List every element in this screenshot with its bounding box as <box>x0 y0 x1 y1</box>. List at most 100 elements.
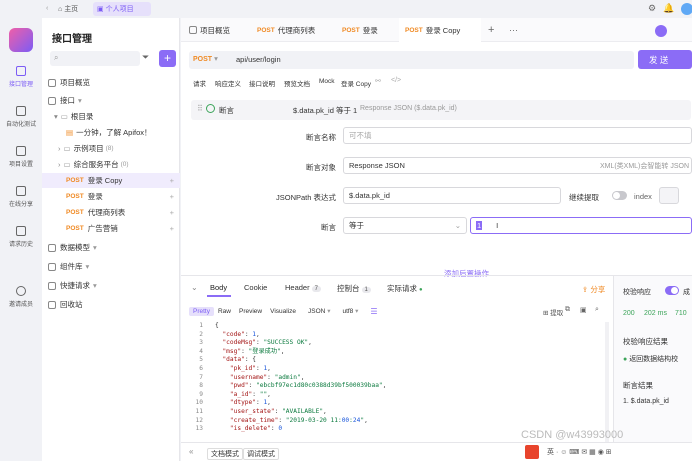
project-tab[interactable]: ▣ 个人项目 <box>93 2 151 16</box>
scrollbar[interactable] <box>605 322 609 442</box>
tree-item-sample[interactable]: › ▭ 示例项目 (8) <box>42 141 180 156</box>
extract-button[interactable]: ⊞ 提取 <box>543 307 563 317</box>
rail-item-api[interactable]: 接口管理 <box>0 66 42 88</box>
add-post-action-link[interactable]: 添加后置操作 <box>444 268 489 279</box>
sidebar-item-quick[interactable]: 快捷请求 ▾ <box>42 278 180 293</box>
ime-logo-icon[interactable] <box>525 445 539 459</box>
subtab-preview-doc[interactable]: 预览文档 <box>284 78 310 88</box>
ime-toolbar-icons[interactable]: 英 · ☺ ⌨ ✉ ▦ ◉ ⊞ <box>547 447 612 457</box>
mode-raw[interactable]: Raw <box>214 307 235 316</box>
sidebar-item-models[interactable]: 数据模型 ▾ <box>42 240 180 255</box>
tree-item-platform[interactable]: › ▭ 综合服务平台 (0) <box>42 157 180 172</box>
tab-header[interactable]: Header 7 <box>285 283 321 292</box>
expected-value-input[interactable]: 1I <box>470 217 692 234</box>
share-button[interactable]: ⇪ 分享 <box>582 284 605 295</box>
component-icon <box>48 262 56 271</box>
main-panel: 项目概览 POST 代理商列表 POST 登录 POST 登录 Copy + ··· … <box>181 18 692 461</box>
method-tag: POST <box>342 26 360 34</box>
rail-item-history[interactable]: 请求历史 <box>0 226 42 248</box>
method-tag: POST <box>66 193 84 200</box>
format-select[interactable]: JSON ▾ <box>304 306 334 316</box>
sidebar-item-api[interactable]: 接口 ▾ <box>42 93 180 108</box>
rail-item-settings[interactable]: 项目设置 <box>0 146 42 168</box>
code-icon[interactable]: </> <box>391 77 401 84</box>
tab-console[interactable]: 控制台 1 <box>337 283 371 294</box>
validate-result-text: 返回数据结构校 <box>629 356 679 363</box>
tab-cookie[interactable]: Cookie <box>244 283 267 292</box>
mode-preview[interactable]: Preview <box>235 307 266 316</box>
more-tabs-icon[interactable]: ··· <box>509 25 518 35</box>
tab-login[interactable]: POST 登录 <box>342 18 378 42</box>
app-logo <box>9 28 33 52</box>
mode-visualize[interactable]: Visualize <box>266 307 300 316</box>
collapse-icon[interactable]: ⌄ <box>191 283 198 292</box>
more-icon[interactable]: + <box>170 208 174 217</box>
encoding-select[interactable]: utf8 ▾ <box>338 306 362 316</box>
tab-body[interactable]: Body <box>210 283 227 292</box>
search-icon[interactable]: ⌕ <box>595 306 599 314</box>
tab-overview[interactable]: 项目概览 <box>189 18 230 42</box>
mode-pretty[interactable]: Pretty <box>189 306 214 316</box>
link-icon[interactable]: ⚯ <box>375 77 381 85</box>
expand-icon[interactable]: « <box>189 447 193 456</box>
home-tab[interactable]: ⌂ 主页 <box>58 4 78 14</box>
environment-icon[interactable] <box>655 25 667 37</box>
drag-handle-icon[interactable]: ⠿ <box>197 104 203 113</box>
rail-item-autotest[interactable]: 自动化测试 <box>0 106 42 128</box>
tree-item-login[interactable]: POST 登录 + <box>42 189 180 204</box>
method-tag: POST <box>405 26 423 34</box>
more-icon[interactable]: + <box>170 176 174 185</box>
sidebar-item-components[interactable]: 组件库 ▾ <box>42 259 180 274</box>
validate-toggle[interactable] <box>665 286 679 295</box>
settings-icon[interactable]: ⚙ <box>648 3 656 14</box>
subtab-response-def[interactable]: 响应定义 <box>215 78 241 88</box>
doc-mode-button[interactable]: 文档模式 <box>207 448 243 460</box>
chevron-down-icon: ▾ <box>355 308 359 315</box>
sidebar-item-overview[interactable]: 项目概览 <box>42 75 180 90</box>
more-icon[interactable]: + <box>170 192 174 201</box>
tree-item-agents[interactable]: POST 代理商列表 + <box>42 205 180 220</box>
rail-item-share[interactable]: 在线分享 <box>0 186 42 208</box>
add-button[interactable]: + <box>159 50 176 67</box>
subtab-mock[interactable]: Mock <box>319 78 335 85</box>
url-input[interactable]: api/user/login <box>236 55 281 64</box>
wrap-icon[interactable]: ☰ <box>366 306 381 317</box>
sidebar-item-trash[interactable]: 回收站 <box>42 297 180 312</box>
rail-item-invite[interactable]: 邀请成员 <box>0 286 42 308</box>
tab-login-copy[interactable]: POST 登录 Copy <box>399 18 481 42</box>
tree-item-ads[interactable]: POST 广告营销 + <box>42 221 180 236</box>
more-icon[interactable]: + <box>170 224 174 233</box>
subtab-request[interactable]: 请求 <box>193 78 206 88</box>
check-circle-icon <box>206 104 215 113</box>
filter-icon[interactable]: ⏷ <box>142 52 149 63</box>
extract-label: 提取 <box>550 310 564 317</box>
line-numbers: 1 2 3 4 5 6 7 8 9 10 11 12 13 <box>191 322 203 434</box>
new-tab-icon[interactable]: + <box>488 24 494 36</box>
avatar[interactable] <box>681 3 692 15</box>
copy-icon[interactable]: ⧉ <box>565 306 570 314</box>
continue-extract-toggle[interactable] <box>612 191 627 200</box>
index-input[interactable] <box>659 187 679 204</box>
code-line: "create_time": "2019-03-20 11:00:24", <box>229 416 368 424</box>
tab-actual-request[interactable]: 实际请求 ● <box>387 283 423 294</box>
tree-item-login-copy[interactable]: POST 登录 Copy + <box>42 173 180 188</box>
sidebar-search-input[interactable]: ⌕ <box>50 51 140 66</box>
response-body[interactable]: 1 2 3 4 5 6 7 8 9 10 11 12 13 { "code": 1, "codeMsg"… <box>189 322 609 442</box>
debug-mode-button[interactable]: 调试模式 <box>243 448 279 460</box>
target-select[interactable]: Response JSON XML(类XML)会智能转 JSON <box>343 157 692 174</box>
assertion-name-input[interactable]: 可不填 <box>343 127 692 144</box>
bell-icon[interactable]: 🔔 <box>663 3 674 14</box>
tab-agents[interactable]: POST 代理商列表 <box>257 18 315 42</box>
method-select[interactable]: POST ▾ <box>193 54 218 63</box>
tree-root[interactable]: ▾ ▭ 根目录 <box>42 109 180 124</box>
subtab-name[interactable]: 登录 Copy <box>341 78 371 88</box>
operator-select[interactable]: 等于 ⌄ <box>343 217 467 234</box>
back-icon[interactable]: ‹ <box>46 5 48 12</box>
subtab-api-desc[interactable]: 接口说明 <box>249 78 275 88</box>
save-icon[interactable]: ▣ <box>580 306 587 314</box>
tree-item-intro[interactable]: ▤ 一分钟，了解 Apifox！ <box>42 125 180 140</box>
jsonpath-input[interactable]: $.data.pk_id <box>343 187 561 204</box>
send-button[interactable]: 发 送 <box>638 50 692 69</box>
method-label: POST <box>193 56 213 63</box>
trash-icon <box>48 300 56 309</box>
